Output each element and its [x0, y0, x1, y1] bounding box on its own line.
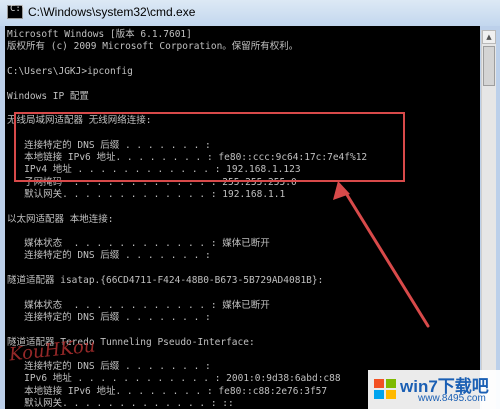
console-line: IPv6 地址 . . . . . . . . . . . . : 2001:0… [7, 373, 341, 385]
vertical-scrollbar[interactable]: ▲ [481, 30, 496, 409]
console-line: 隧道适配器 isatap.{66CD4711-F424-48B0-B673-5B… [7, 275, 324, 286]
scroll-up-arrow-icon[interactable]: ▲ [482, 30, 496, 44]
console-line: 本地链接 IPv6 地址. . . . . . . . : fe80::c88:… [7, 385, 328, 397]
brand-watermark: win7下载吧 www.8495.com [368, 370, 500, 409]
console-line: C:\Users\JGKJ>ipconfig [7, 65, 133, 77]
console-line: Windows IP 配置 [7, 90, 89, 102]
console-line: 媒体状态 . . . . . . . . . . . . : 媒体已断开 [7, 299, 270, 311]
console-line: 以太网适配器 本地连接: [7, 213, 114, 225]
console-line: 连接特定的 DNS 后缀 . . . . . . . : [7, 311, 211, 323]
highlight-box [14, 112, 405, 182]
console-line: 默认网关. . . . . . . . . . . . . : :: [7, 398, 234, 409]
title-bar[interactable]: C:\ C:\Windows\system32\cmd.exe [0, 0, 500, 27]
console-line: 默认网关. . . . . . . . . . . . . : 192.168.… [7, 188, 286, 200]
cmd-window: C:\ C:\Windows\system32\cmd.exe ▲ Micros… [0, 0, 500, 409]
scrollbar-thumb[interactable] [483, 46, 495, 86]
console-line: 媒体状态 . . . . . . . . . . . . : 媒体已断开 [7, 238, 270, 250]
windows-logo-icon [374, 379, 396, 399]
window-title: C:\Windows\system32\cmd.exe [28, 5, 196, 19]
console-line: Microsoft Windows [版本 6.1.7601] [7, 29, 192, 40]
console-line: 连接特定的 DNS 后缀 . . . . . . . : [7, 250, 211, 262]
cmd-icon: C:\ [7, 4, 26, 19]
console-line: 版权所有 (c) 2009 Microsoft Corporation。保留所有… [7, 41, 299, 53]
brand-url: www.8495.com [418, 393, 486, 404]
